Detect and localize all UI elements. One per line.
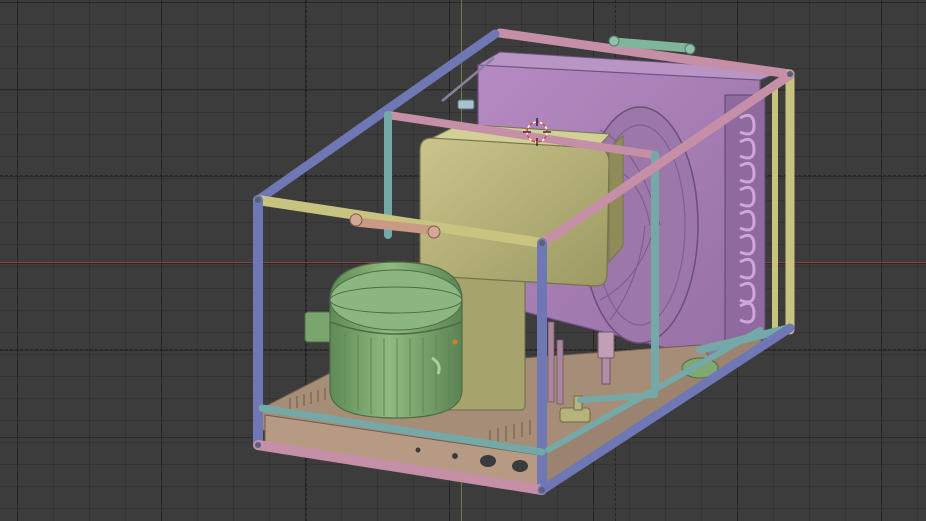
condenser-coil[interactable] — [724, 94, 766, 341]
3d-viewport[interactable] — [0, 0, 926, 521]
refrigeration-unit-model[interactable] — [0, 0, 926, 521]
